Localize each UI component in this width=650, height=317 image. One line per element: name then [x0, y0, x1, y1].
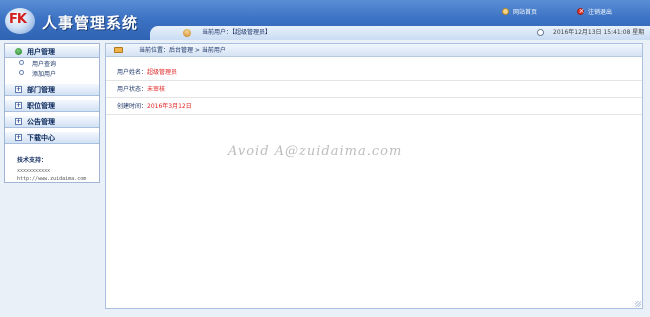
expand-icon	[15, 85, 22, 94]
home-link-label: 网站首页	[513, 8, 538, 16]
tech-support-line: xxxxxxxxxxx	[17, 168, 51, 174]
sidebar-menu-download[interactable]: 下载中心	[5, 132, 99, 144]
app-title: 人事管理系统	[42, 14, 139, 32]
sidebar-item-label: 用户查询	[32, 61, 57, 68]
info-row-status: 用户状态： 未审核	[106, 81, 642, 98]
tech-support-url[interactable]: http://www.zuidaima.com	[17, 175, 97, 183]
info-value: 超级管理员	[147, 69, 178, 76]
breadcrumb-bar: 当前位置：后台管理 > 当前用户	[106, 44, 642, 57]
header-info-bar: 当前用户：【超级管理员】 2016年12月13日 15:41:08 星期二	[150, 26, 650, 50]
sidebar-menu-label: 部门管理	[27, 86, 55, 94]
header-links: 网站首页 注销退出	[450, 4, 650, 18]
home-link[interactable]: 网站首页	[502, 4, 537, 18]
main-panel: 当前位置：后台管理 > 当前用户 用户姓名： 超级管理员 用户状态： 未审核 创…	[105, 43, 643, 309]
sidebar-menu-label: 公告管理	[27, 118, 55, 126]
bullet-icon	[19, 60, 24, 65]
logout-link-label: 注销退出	[588, 8, 613, 16]
clock-icon	[537, 29, 544, 36]
current-user: 当前用户：【超级管理员】	[202, 26, 271, 40]
current-user-name: 【超级管理员】	[232, 29, 272, 36]
bullet-icon	[19, 70, 24, 75]
tech-support-label: 技术支持：	[17, 157, 48, 164]
sidebar-menu-position[interactable]: 职位管理	[5, 100, 99, 112]
info-row-username: 用户姓名： 超级管理员	[106, 64, 642, 81]
sidebar-menu-notice[interactable]: 公告管理	[5, 116, 99, 128]
tech-support-text: xxxxxxxxxxx http://www.zuidaima.com	[17, 167, 97, 183]
current-user-prefix: 当前用户：	[202, 29, 233, 36]
sidebar-menu-department[interactable]: 部门管理	[5, 84, 99, 96]
sidebar-item-add-user[interactable]: 添加用户	[19, 70, 56, 78]
expand-icon	[15, 117, 22, 126]
sidebar: 用户管理 用户查询 添加用户 部门管理 职位管理 公告管理 下载中心 技术支持：…	[4, 43, 100, 183]
info-value: 未审核	[147, 86, 166, 93]
sidebar-item-label: 添加用户	[32, 71, 57, 78]
info-row-created: 创建时间： 2016年3月12日	[106, 98, 642, 115]
close-icon	[577, 6, 585, 16]
datetime: 2016年12月13日 15:41:08 星期二	[553, 29, 645, 50]
info-label: 用户姓名：	[117, 69, 148, 76]
folder-icon	[114, 47, 123, 53]
sidebar-item-user-query[interactable]: 用户查询	[19, 60, 56, 68]
info-label: 用户状态：	[117, 86, 148, 93]
home-icon	[502, 7, 509, 15]
watermark: Avoid A@zuidaima.com	[228, 144, 403, 159]
user-group-icon	[15, 48, 22, 55]
user-icon	[183, 29, 191, 37]
expand-icon	[15, 101, 22, 110]
resize-grip[interactable]	[635, 301, 641, 307]
header: FK 人事管理系统 网站首页 注销退出 当前用户：【超级管理员】 2016年12…	[0, 0, 650, 50]
tech-support: 技术支持： xxxxxxxxxxx http://www.zuidaima.co…	[17, 155, 97, 183]
sidebar-menu-user[interactable]: 用户管理	[5, 46, 99, 58]
info-value: 2016年3月12日	[147, 103, 192, 110]
breadcrumb: 当前位置：后台管理 > 当前用户	[139, 47, 226, 54]
sidebar-menu-label: 职位管理	[27, 102, 55, 110]
sidebar-menu-label: 用户管理	[27, 48, 55, 56]
sidebar-menu-label: 下载中心	[27, 134, 55, 142]
info-label: 创建时间：	[117, 103, 148, 110]
logout-link[interactable]: 注销退出	[577, 4, 612, 18]
logo-fk: FK	[9, 12, 27, 27]
expand-icon	[15, 133, 22, 142]
